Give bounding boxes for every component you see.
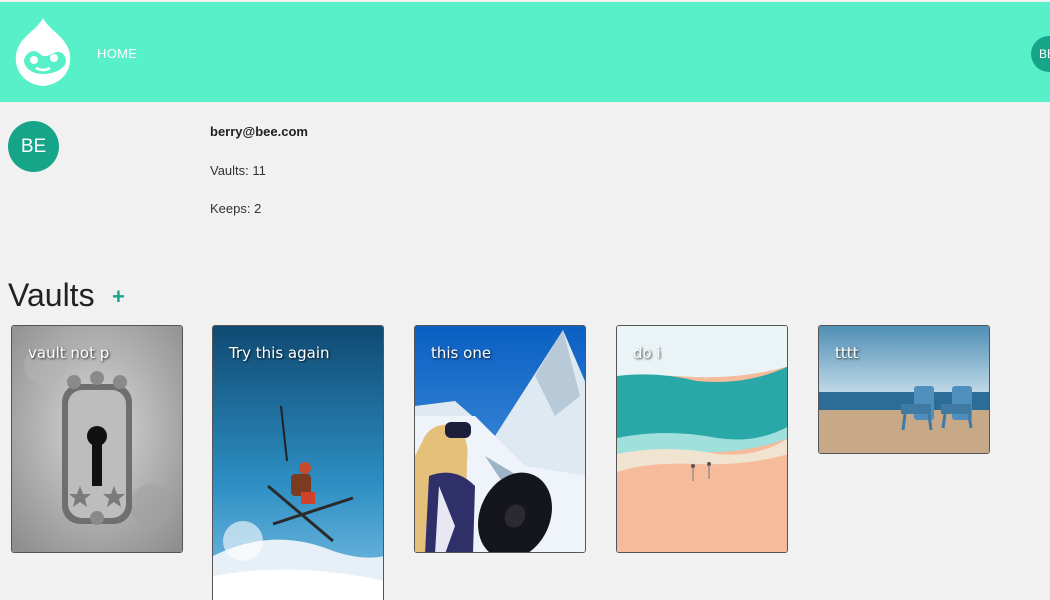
vault-card[interactable]: Try this again	[212, 325, 384, 600]
add-vault-icon[interactable]: +	[112, 285, 125, 309]
vault-card[interactable]: this one	[414, 325, 586, 553]
top-navbar: HOME BE	[0, 2, 1050, 102]
profile-avatar: BE	[8, 121, 59, 172]
vault-card[interactable]: vault not p	[11, 325, 183, 553]
vault-card-title: do i	[633, 344, 661, 362]
nav-home-link[interactable]: HOME	[97, 46, 137, 61]
drupal-logo-icon[interactable]	[12, 16, 74, 88]
profile-email: berry@bee.com	[210, 124, 308, 139]
vault-card-title: vault not p	[28, 344, 110, 362]
vault-card-title: Try this again	[229, 344, 330, 362]
skier-jump-image	[213, 326, 383, 600]
profile-vault-count: Vaults: 11	[210, 163, 266, 178]
vault-card[interactable]: do i	[616, 325, 788, 553]
vault-card-title: tttt	[835, 344, 859, 362]
vault-card[interactable]: tttt	[818, 325, 990, 454]
vault-card-title: this one	[431, 344, 492, 362]
vaults-section-title: Vaults	[8, 277, 95, 313]
nav-user-avatar[interactable]: BE	[1031, 36, 1050, 72]
profile-keep-count: Keeps: 2	[210, 201, 262, 216]
